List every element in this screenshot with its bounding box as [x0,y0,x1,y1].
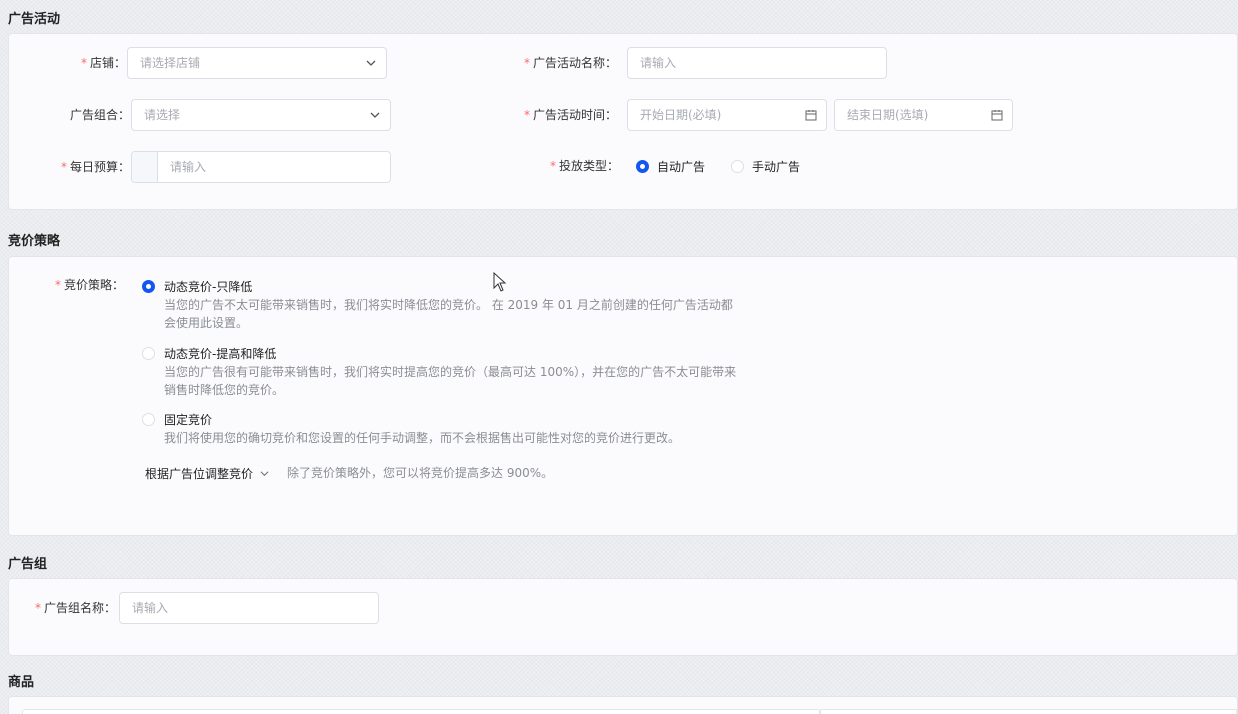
fixed-bid-desc: 我们将使用您的确切竞价和您设置的任何手动调整，而不会根据售出可能性对您的竞价进行… [164,431,681,445]
bid-up-down-desc: 当您的广告很有可能带来销售时，我们将实时提高您的竞价（最高可达 100%），并在… [164,365,737,397]
end-date-picker[interactable]: 结束日期(选填) [834,99,1013,131]
section-title-adgroup: 广告组 [8,557,48,572]
radio-fixed-bid[interactable] [142,413,155,426]
adgroup-name-input[interactable]: 请输入 [119,592,379,624]
product-card [8,696,1238,714]
fixed-bid-title[interactable]: 固定竞价 [164,411,212,428]
adgroup-card: * 广告组名称： 请输入 [8,578,1238,656]
start-date-picker[interactable]: 开始日期(必填) [627,99,827,131]
mouse-cursor-icon [493,272,507,292]
adgroup-name-label: * 广告组名称： [34,601,116,615]
auto-ad-label[interactable]: 自动广告 [657,158,705,175]
radio-manual-ad[interactable] [731,160,744,173]
bidding-strategy-label: * 竞价策略： [54,278,124,292]
section-title-product: 商品 [8,675,35,690]
product-panel-left [22,709,820,714]
chevron-down-icon [370,112,380,118]
product-panel-right [820,709,1237,714]
campaign-name-label: * 广告活动名称： [523,56,617,70]
calendar-icon [991,110,1003,121]
portfolio-select[interactable]: 请选择 [131,99,391,131]
bidding-card: * 竞价策略： 动态竞价-只降低 当您的广告不太可能带来销售时，我们将实时降低您的… [8,256,1238,536]
chevron-down-icon [260,471,269,477]
portfolio-label: 广告组合： [69,108,130,122]
daily-budget-input[interactable]: 请输入 [131,151,391,183]
section-title-bidding: 竞价策略 [8,234,61,249]
targeting-type-label: * 投放类型： [549,159,619,173]
bid-down-only-desc: 当您的广告不太可能带来销售时，我们将实时降低您的竞价。 在 2019 年 01 … [164,298,733,330]
section-title-campaign: 广告活动 [8,12,61,27]
adjust-by-placement-toggle[interactable]: 根据广告位调整竞价 [145,465,269,482]
radio-bid-down-only[interactable] [142,280,155,293]
calendar-icon [805,110,817,121]
radio-auto-ad[interactable] [636,160,649,173]
adjust-by-placement-desc: 除了竞价策略外，您可以将竞价提高多达 900%。 [287,466,554,480]
radio-bid-up-down[interactable] [142,347,155,360]
shop-select[interactable]: 请选择店铺 [127,47,387,79]
currency-prefix [132,152,158,182]
campaign-name-input[interactable]: 请输入 [627,47,887,79]
chevron-down-icon [366,60,376,66]
daily-budget-label: * 每日预算： [60,160,130,174]
bid-up-down-title[interactable]: 动态竞价-提高和降低 [164,345,276,362]
campaign-card: * 店铺： 请选择店铺 * 广告活动名称： 请输入 广告组合： 请选择 * 广告活动时… [8,33,1238,210]
campaign-time-label: * 广告活动时间： [523,108,617,122]
shop-label: * 店铺： [80,56,126,70]
manual-ad-label[interactable]: 手动广告 [752,158,800,175]
bid-down-only-title[interactable]: 动态竞价-只降低 [164,278,252,295]
